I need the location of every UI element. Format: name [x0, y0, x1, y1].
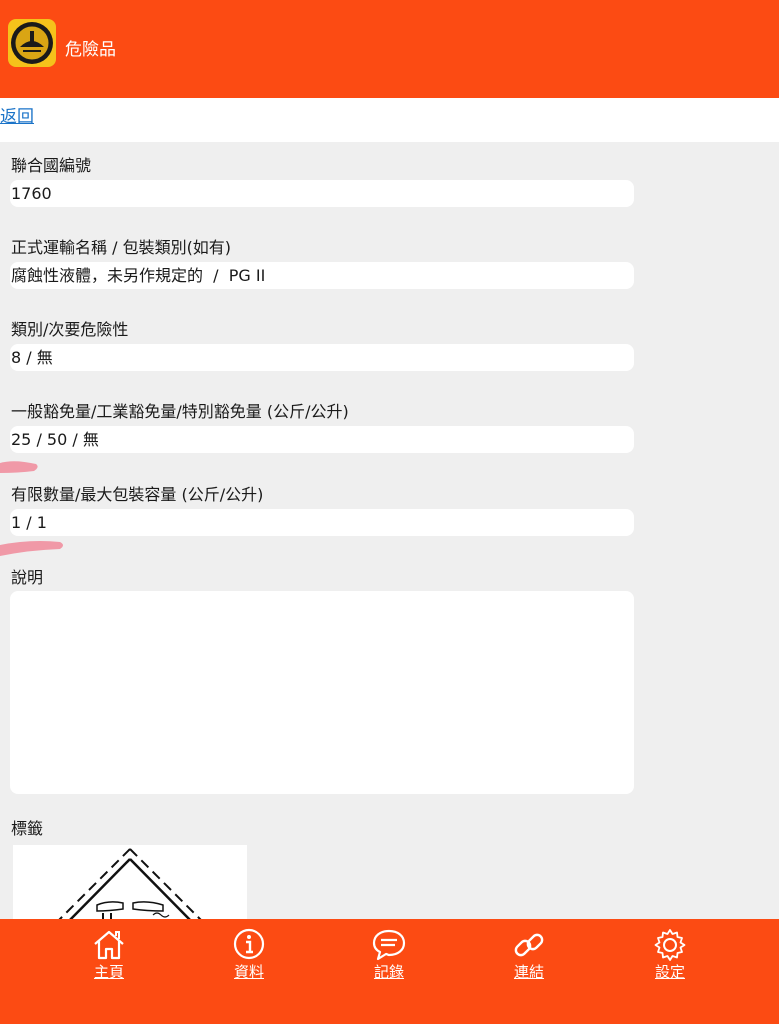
limited-quantity-label: 有限數量/最大包裝容量 (公斤/公升) [11, 485, 264, 504]
nav-info[interactable]: 資料 [214, 928, 284, 988]
exemption-field[interactable]: 25 / 50 / 無 [10, 426, 634, 453]
shipping-name-label: 正式運輸名稱 / 包裝類別(如有) [11, 238, 232, 257]
class-field[interactable]: 8 / 無 [10, 344, 634, 371]
safety-seal-logo-icon [8, 19, 56, 67]
nav-home[interactable]: 主頁 [74, 928, 144, 988]
chat-icon [372, 929, 406, 961]
nav-home-label: 主頁 [93, 963, 124, 981]
exemption-label: 一般豁免量/工業豁免量/特別豁免量 (公斤/公升) [11, 402, 349, 421]
class-label: 類別/次要危險性 [11, 320, 129, 339]
marker-scribble [0, 541, 63, 556]
un-number-field[interactable]: 1760 [10, 180, 634, 207]
link-icon [514, 933, 544, 957]
limited-quantity-field[interactable]: 1 / 1 [10, 509, 634, 536]
nav-links-label: 連結 [513, 963, 544, 981]
nav-settings-label: 設定 [654, 963, 685, 981]
shipping-name-field[interactable]: 腐蝕性液體，未另作規定的 / PG II [10, 262, 634, 289]
app-screen: 危險品 返回 聯合國編號 1760 正式運輸名稱 / 包裝類別(如有) 腐蝕性液… [0, 0, 779, 1024]
label-section-title: 標籤 [11, 819, 44, 838]
nav-links[interactable]: 連結 [494, 928, 564, 988]
gear-icon [654, 929, 686, 961]
nav-info-label: 資料 [233, 963, 264, 981]
un-number-label: 聯合國編號 [11, 156, 92, 175]
nav-records-label: 記錄 [373, 963, 404, 981]
back-row [0, 98, 779, 142]
app-header: 危險品 [0, 0, 779, 98]
page-title: 危險品 [65, 40, 116, 60]
description-textarea[interactable] [10, 591, 634, 794]
back-link[interactable]: 返回 [0, 102, 34, 127]
info-icon [233, 928, 265, 960]
nav-records[interactable]: 記錄 [354, 928, 424, 988]
description-label: 說明 [11, 568, 44, 587]
corrosive-hazard-label-icon [13, 845, 247, 925]
home-icon [94, 930, 124, 960]
marker-scribble [0, 461, 38, 473]
nav-settings[interactable]: 設定 [635, 928, 705, 988]
